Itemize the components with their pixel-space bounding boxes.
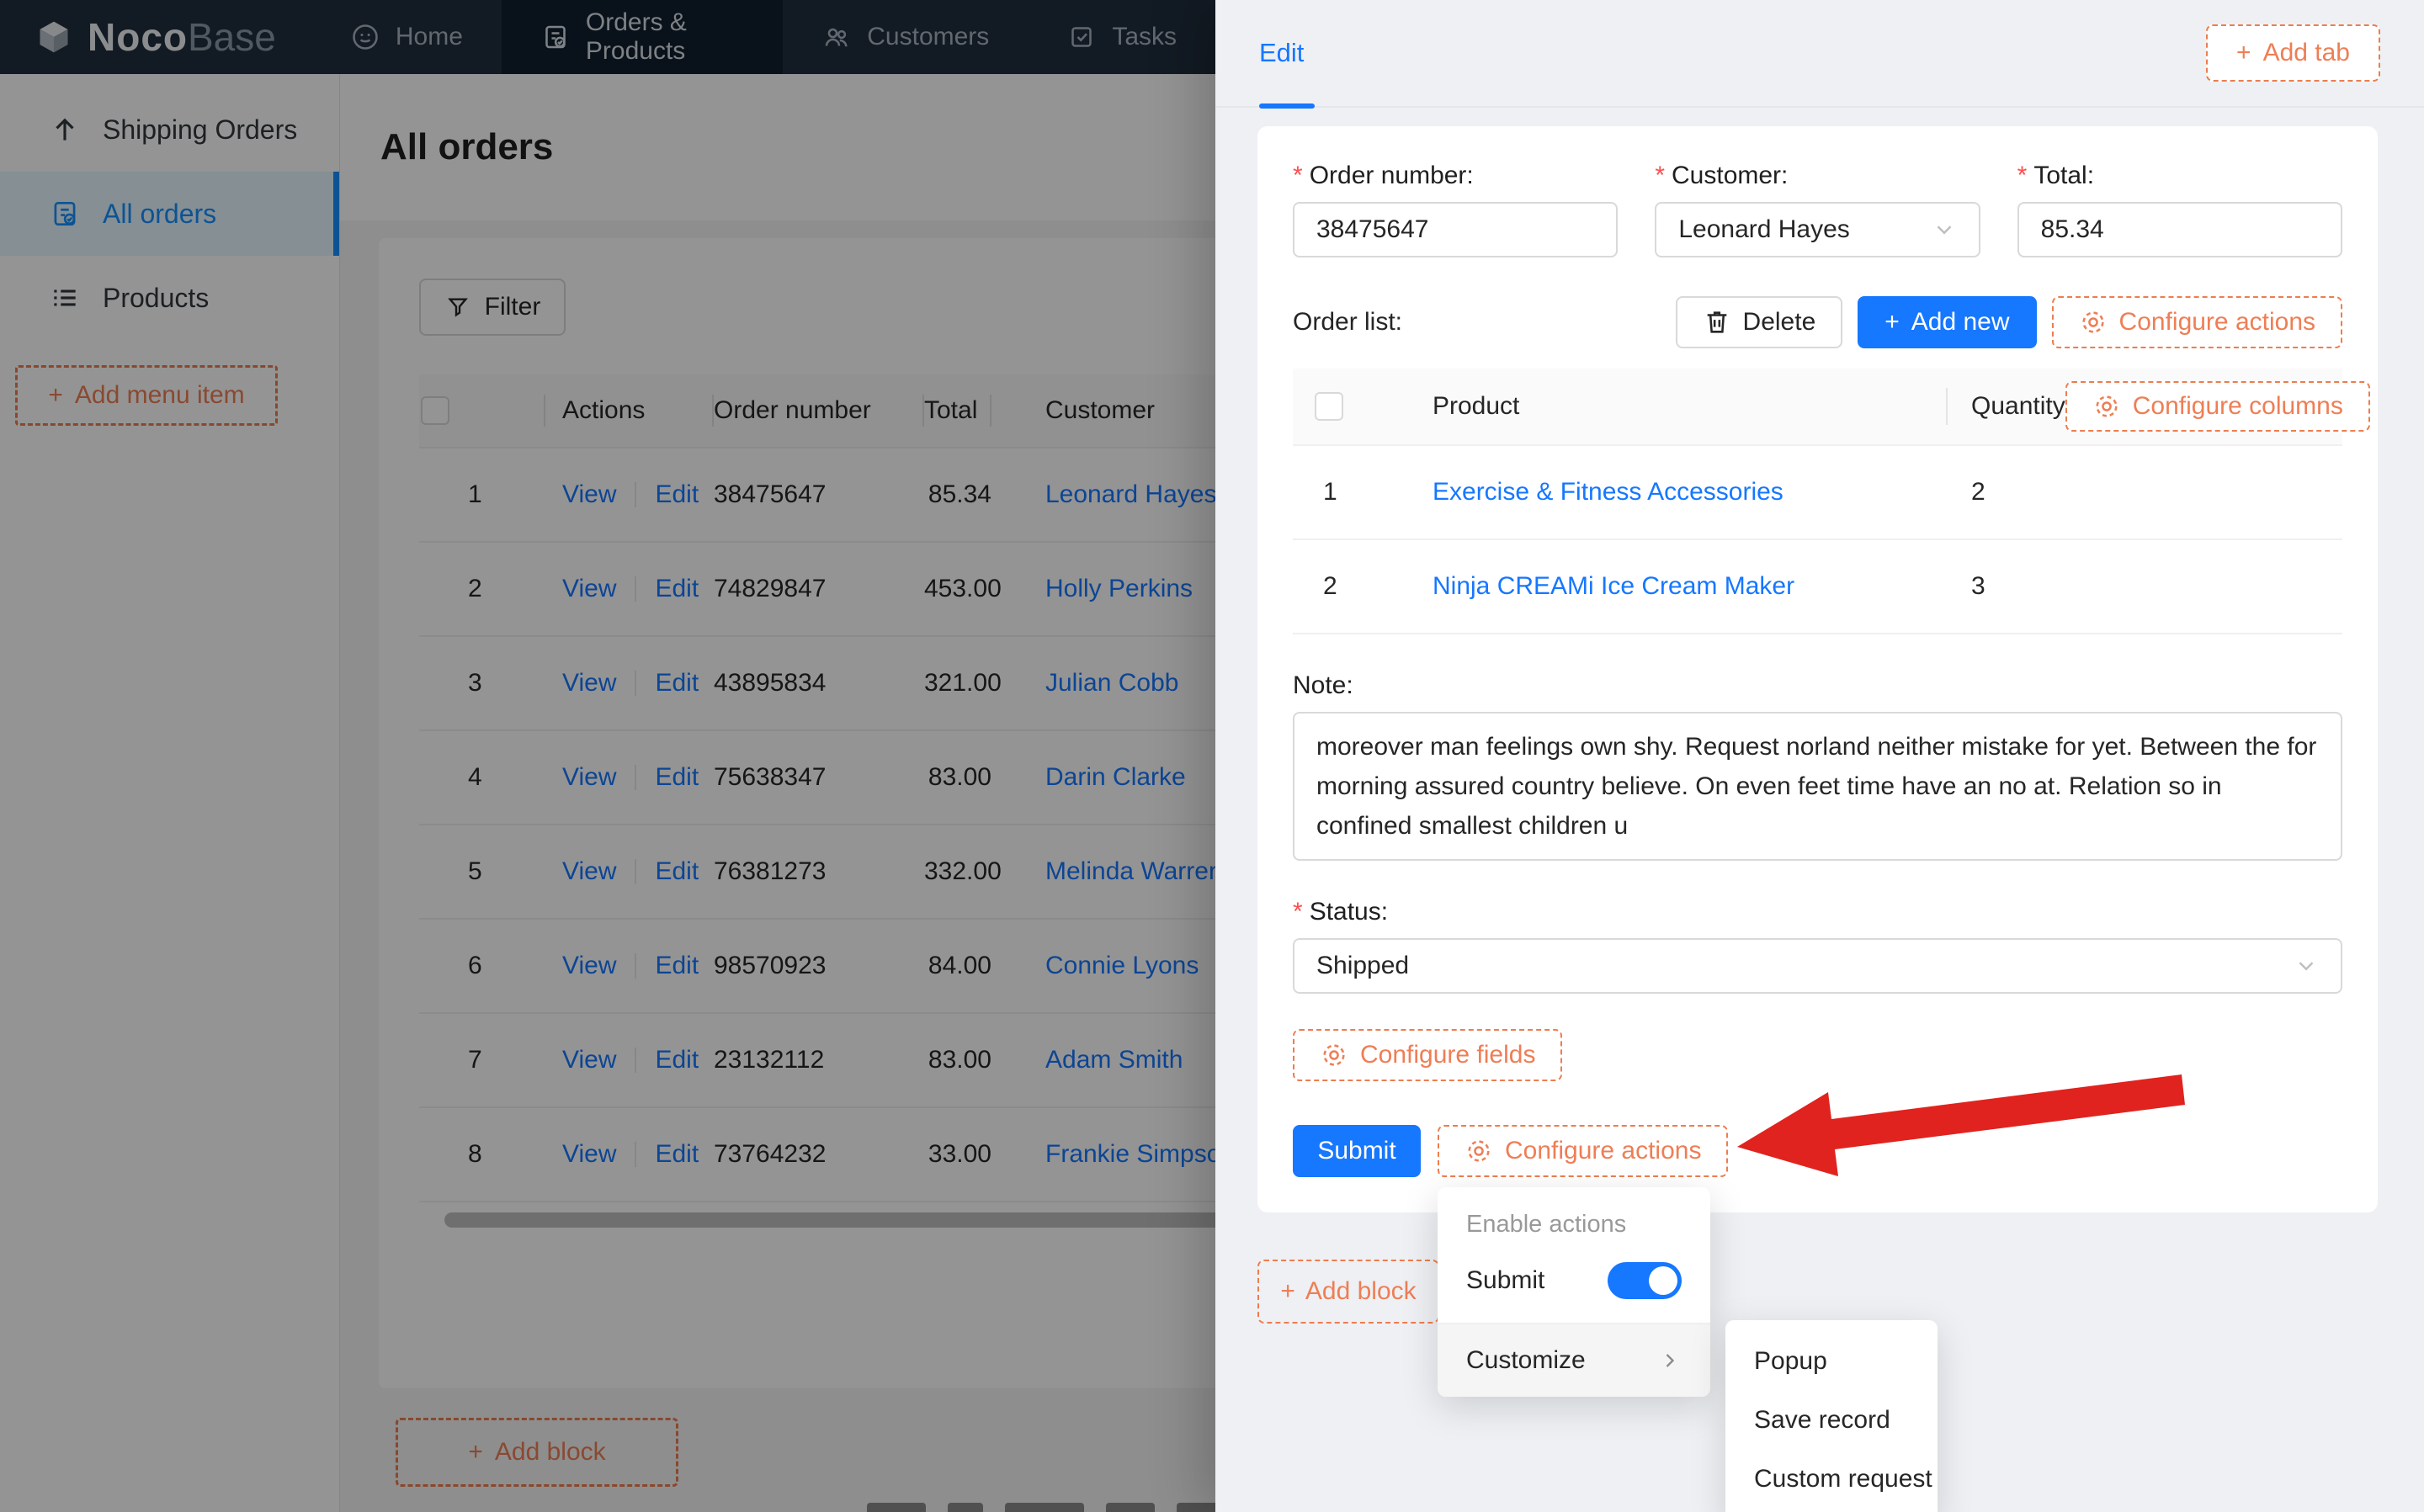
customize-label: Customize: [1466, 1346, 1586, 1374]
field-order-number: * Order number: 38475647: [1293, 162, 1619, 257]
order-list-header: Order list: Delete + Add new Configure a…: [1293, 296, 2342, 348]
column-header-quantity: Quantity: [1971, 392, 2065, 420]
status-value: Shipped: [1316, 952, 1410, 979]
configure-actions-label: Configure actions: [2118, 308, 2315, 336]
quantity-value: 2: [1971, 478, 1985, 506]
configure-actions-label: Configure actions: [1505, 1137, 1702, 1165]
order-list-label: Order list:: [1293, 308, 1403, 336]
edit-drawer: Edit + Add tab * Order number: 38475647 *…: [1215, 0, 2424, 1512]
plus-icon: +: [1884, 308, 1900, 336]
form-fields-row: * Order number: 38475647 * Customer: Leona…: [1293, 162, 2342, 257]
status-label: * Status:: [1293, 898, 1389, 926]
subtable-row: 2 Ninja CREAMi Ice Cream Maker 3: [1293, 540, 2342, 634]
trash-icon: [1703, 308, 1731, 337]
drawer-tab-bar: Edit + Add tab: [1215, 0, 2424, 109]
customer-value: Leonard Hayes: [1678, 215, 1850, 243]
field-label: Order number:: [1309, 162, 1474, 189]
add-new-label: Add new: [1911, 308, 2010, 336]
configure-columns-label: Configure columns: [2132, 392, 2343, 420]
plus-icon: +: [1280, 1277, 1295, 1305]
tab-edit-label: Edit: [1259, 38, 1305, 67]
field-customer: * Customer: Leonard Hayes: [1655, 162, 1980, 257]
total-input[interactable]: 85.34: [2017, 202, 2342, 257]
submit-button[interactable]: Submit: [1293, 1125, 1421, 1177]
subtable-header: Product Quantity Configure columns: [1293, 369, 2370, 446]
quantity-value: 3: [1971, 572, 1985, 600]
required-mark: *: [1293, 162, 1303, 189]
submenu-item-custom-request[interactable]: Custom request: [1725, 1450, 1938, 1509]
configure-columns-button[interactable]: Configure columns: [2065, 381, 2370, 432]
configure-fields-button[interactable]: Configure fields: [1293, 1029, 1563, 1081]
plus-icon: +: [2236, 39, 2251, 66]
configure-fields-label: Configure fields: [1360, 1041, 1536, 1069]
delete-button[interactable]: Delete: [1675, 296, 1843, 348]
subtable-select-all-checkbox[interactable]: [1315, 392, 1343, 421]
note-value: moreover man feelings own shy. Request n…: [1316, 733, 2317, 840]
dropdown-submit-label: Submit: [1466, 1266, 1545, 1294]
note-textarea[interactable]: moreover man feelings own shy. Request n…: [1293, 712, 2342, 861]
app-root: NocoBase Home Orders & Products Customer…: [0, 0, 2424, 1512]
configure-actions-button-form[interactable]: Configure actions: [1438, 1125, 1729, 1177]
add-block-button-drawer[interactable]: + Add block: [1257, 1260, 1439, 1324]
submenu-item-save-record[interactable]: Save record: [1725, 1391, 1938, 1450]
gear-icon: [2079, 308, 2108, 337]
drawer-mask[interactable]: [0, 0, 1215, 1512]
chevron-right-icon: [1658, 1349, 1682, 1372]
order-number-input[interactable]: 38475647: [1293, 202, 1619, 257]
required-mark: *: [1655, 162, 1666, 189]
field-total: * Total: 85.34: [2017, 162, 2342, 257]
chevron-down-icon: [1932, 217, 1957, 242]
submenu-item-popup[interactable]: Popup: [1725, 1332, 1938, 1391]
dropdown-group-label: Enable actions: [1466, 1211, 1627, 1238]
column-header-product: Product: [1433, 392, 1520, 420]
note-label: Note:: [1293, 671, 1353, 699]
gear-icon: [1464, 1137, 1493, 1165]
dropdown-item-submit[interactable]: Submit: [1438, 1245, 1710, 1316]
add-tab-label: Add tab: [2262, 39, 2350, 66]
edit-form-card: * Order number: 38475647 * Customer: Leona…: [1257, 126, 2378, 1512]
add-tab-button[interactable]: + Add tab: [2206, 24, 2380, 82]
customer-select[interactable]: Leonard Hayes: [1655, 202, 1980, 257]
order-number-value: 38475647: [1316, 215, 1429, 243]
required-mark: *: [2017, 162, 2028, 189]
required-mark: *: [1293, 898, 1303, 926]
configure-actions-button-orderlist[interactable]: Configure actions: [2051, 296, 2342, 348]
submit-label: Submit: [1317, 1137, 1396, 1165]
field-label: Total:: [2033, 162, 2095, 189]
dropdown-item-customize[interactable]: Customize: [1438, 1324, 1710, 1397]
field-label: Customer:: [1672, 162, 1789, 189]
status-select[interactable]: Shipped: [1293, 938, 2342, 994]
delete-label: Delete: [1742, 308, 1816, 336]
gear-icon: [1320, 1041, 1348, 1069]
order-list-subtable: Product Quantity Configure columns 1 Exe…: [1293, 369, 2370, 634]
product-link[interactable]: Ninja CREAMi Ice Cream Maker: [1402, 572, 1971, 601]
product-link[interactable]: Exercise & Fitness Accessories: [1402, 478, 1971, 507]
configure-actions-dropdown: Enable actions Submit Customize Popup Sa…: [1438, 1187, 1938, 1512]
customize-submenu: Popup Save record Custom request: [1725, 1320, 1938, 1512]
total-value: 85.34: [2040, 215, 2104, 243]
subtable-row: 1 Exercise & Fitness Accessories 2: [1293, 446, 2342, 540]
chevron-down-icon: [2294, 953, 2319, 979]
tab-edit[interactable]: Edit: [1259, 0, 1316, 109]
submit-toggle[interactable]: [1608, 1262, 1682, 1299]
gear-icon: [2092, 392, 2121, 421]
add-block-label: Add block: [1305, 1277, 1417, 1305]
add-new-button[interactable]: + Add new: [1858, 296, 2037, 348]
form-footer: Submit Configure actions Enable actions: [1293, 1125, 2342, 1512]
